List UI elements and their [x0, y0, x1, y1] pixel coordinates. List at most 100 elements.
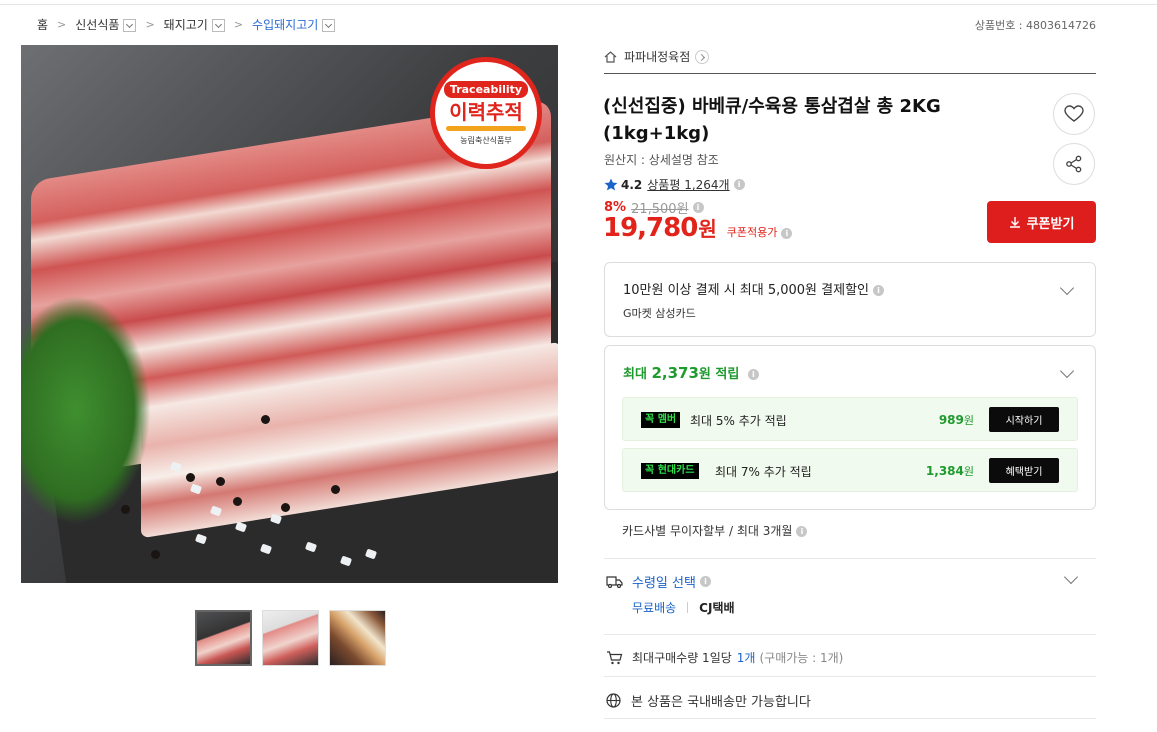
coupon-price-label: 쿠폰적용가: [726, 226, 778, 239]
smile-club-tag: 꼭 멤버: [641, 412, 681, 428]
breadcrumb-separator-icon: >: [233, 17, 244, 31]
max-qty-text: 최대구매수량 1일당: [632, 651, 732, 665]
points-amount: 2,373: [651, 364, 699, 382]
chevron-down-icon[interactable]: [1059, 280, 1075, 296]
wishlist-button[interactable]: [1053, 93, 1095, 135]
row-amount-unit: 원: [963, 465, 974, 478]
points-row-text: 최대 7% 추가 적립: [715, 465, 812, 479]
breadcrumb-separator-icon: >: [57, 17, 67, 31]
info-icon[interactable]: i: [733, 179, 745, 190]
courier-name: CJ택배: [699, 601, 735, 615]
domestic-text: 본 상품은 국내배송만 가능합니다: [631, 695, 811, 710]
product-main-image[interactable]: Traceability 이력추적 농림축산식품부: [21, 45, 558, 583]
breadcrumb: 홈 > 신선식품 > 돼지고기 > 수입돼지고기: [37, 14, 336, 34]
max-qty-value: 1개: [736, 651, 756, 665]
tag-label: 멤버: [657, 414, 677, 425]
installment-text: 카드사별 무이자할부 / 최대 3개월: [622, 524, 793, 538]
divider: [604, 634, 1096, 635]
start-button[interactable]: 시작하기: [989, 407, 1059, 432]
points-row-member: 꼭 멤버 최대 5% 추가 적립 989원 시작하기: [622, 397, 1078, 441]
coupon-button[interactable]: 쿠폰받기: [987, 201, 1096, 243]
badge-sub-text: 농림축산식품부: [460, 135, 512, 145]
get-benefit-button[interactable]: 혜택받기: [989, 458, 1059, 483]
card-discount-box[interactable]: 10만원 이상 결제 시 최대 5,000원 결제할인 i G마켓 삼성카드: [604, 262, 1096, 337]
row-amount-value: 989: [938, 413, 964, 427]
cart-icon: [607, 650, 623, 664]
breadcrumb-fresh[interactable]: 신선식품: [75, 16, 119, 33]
tag-prefix: 꼭: [645, 465, 655, 476]
info-icon[interactable]: i: [747, 369, 759, 380]
traceability-badge: Traceability 이력추적 농림축산식품부: [430, 57, 542, 169]
card-discount-sub: G마켓 삼성카드: [623, 307, 696, 320]
dropdown-icon[interactable]: [211, 18, 225, 32]
tag-prefix: 꼭: [645, 414, 655, 425]
sale-price: 19,780 원 쿠폰적용가 i: [603, 213, 793, 243]
points-prefix: 최대: [623, 367, 647, 382]
review-count-link[interactable]: 상품평 1,264개: [647, 176, 729, 193]
chevron-down-icon[interactable]: [1059, 363, 1075, 379]
price-value: 19,780: [603, 213, 698, 243]
dropdown-icon[interactable]: [322, 18, 336, 32]
thumbnail-2[interactable]: [262, 610, 319, 666]
coupon-button-label: 쿠폰받기: [1026, 216, 1075, 232]
info-icon[interactable]: i: [796, 526, 808, 537]
points-row-text: 최대 5% 추가 적립: [690, 414, 787, 428]
share-button[interactable]: [1053, 143, 1095, 185]
top-divider: [0, 4, 1157, 5]
hyundai-card-tag: 꼭 현대카드: [641, 463, 699, 479]
row-amount-unit: 원: [963, 414, 974, 427]
row-amount-value: 1,384: [925, 464, 964, 478]
chevron-right-icon[interactable]: [695, 49, 710, 64]
points-row-card: 꼭 현대카드 최대 7% 추가 적립 1,384원 혜택받기: [622, 448, 1078, 492]
origin-text: 원산지 : 상세설명 참조: [604, 153, 719, 167]
chevron-down-icon[interactable]: [1063, 569, 1079, 585]
points-box: 최대 2,373원 적립 i 꼭 멤버 최대 5% 추가 적립 989원 시작하…: [604, 345, 1096, 510]
price-unit: 원: [698, 217, 717, 241]
max-quantity: 최대구매수량 1일당 1개 (구매가능 : 1개): [606, 649, 843, 666]
points-title: 최대 2,373원 적립 i: [623, 363, 759, 382]
share-icon: [1066, 155, 1082, 173]
thumbnail-1[interactable]: [195, 610, 252, 666]
breadcrumb-pork[interactable]: 돼지고기: [164, 16, 208, 33]
product-number: 상품번호 : 4803614726: [974, 19, 1096, 32]
seller-divider: [604, 73, 1096, 74]
product-title: (신선집중) 바베큐/수육용 통삼겹살 총 2KG (1kg+1kg): [603, 96, 941, 144]
divider: [604, 676, 1096, 677]
points-row-amount: 989원: [939, 412, 974, 428]
badge-swoosh: [446, 125, 526, 131]
info-icon[interactable]: i: [692, 202, 704, 213]
rating-row: 4.2 상품평 1,264개 i: [604, 176, 745, 193]
seller-name[interactable]: 파파내정육점: [624, 48, 690, 65]
max-qty-note: (구매가능 : 1개): [759, 651, 844, 665]
delivery-date-title[interactable]: 수령일 선택: [632, 572, 696, 591]
delivery-date-select[interactable]: 수령일 선택 i: [606, 572, 711, 591]
installment-info: 카드사별 무이자할부 / 최대 3개월 i: [622, 522, 808, 539]
truck-icon: [606, 576, 623, 588]
separator: [687, 602, 689, 613]
heart-icon: [1064, 105, 1084, 122]
card-discount-title: 10만원 이상 결제 시 최대 5,000원 결제할인 i: [623, 279, 884, 298]
rating-score: 4.2: [621, 177, 643, 192]
thumbnail-3[interactable]: [329, 610, 386, 666]
home-icon: [604, 50, 617, 63]
download-icon: [1009, 217, 1020, 228]
globe-icon: [606, 693, 621, 708]
info-icon[interactable]: i: [781, 228, 793, 239]
badge-top-text: Traceability: [443, 80, 529, 98]
dropdown-icon[interactable]: [123, 18, 137, 32]
tag-label: 현대카드: [657, 465, 695, 476]
points-suffix: 원 적립: [698, 367, 740, 382]
breadcrumb-separator-icon: >: [145, 17, 155, 31]
parsley-leaf: [21, 295, 151, 525]
star-icon: [604, 178, 618, 191]
info-icon[interactable]: i: [699, 576, 711, 587]
thumbnail-list: [195, 610, 386, 666]
points-row-amount: 1,384원: [926, 463, 974, 479]
badge-main-text: 이력추적: [449, 99, 523, 124]
breadcrumb-imported-pork[interactable]: 수입돼지고기: [252, 16, 318, 33]
info-icon[interactable]: i: [873, 285, 884, 296]
breadcrumb-home[interactable]: 홈: [37, 16, 48, 33]
seller-link[interactable]: 파파내정육점: [604, 48, 710, 65]
card-discount-title-text: 10만원 이상 결제 시 최대 5,000원 결제할인: [623, 283, 869, 298]
shipping-info: 무료배송 CJ택배: [632, 599, 735, 616]
